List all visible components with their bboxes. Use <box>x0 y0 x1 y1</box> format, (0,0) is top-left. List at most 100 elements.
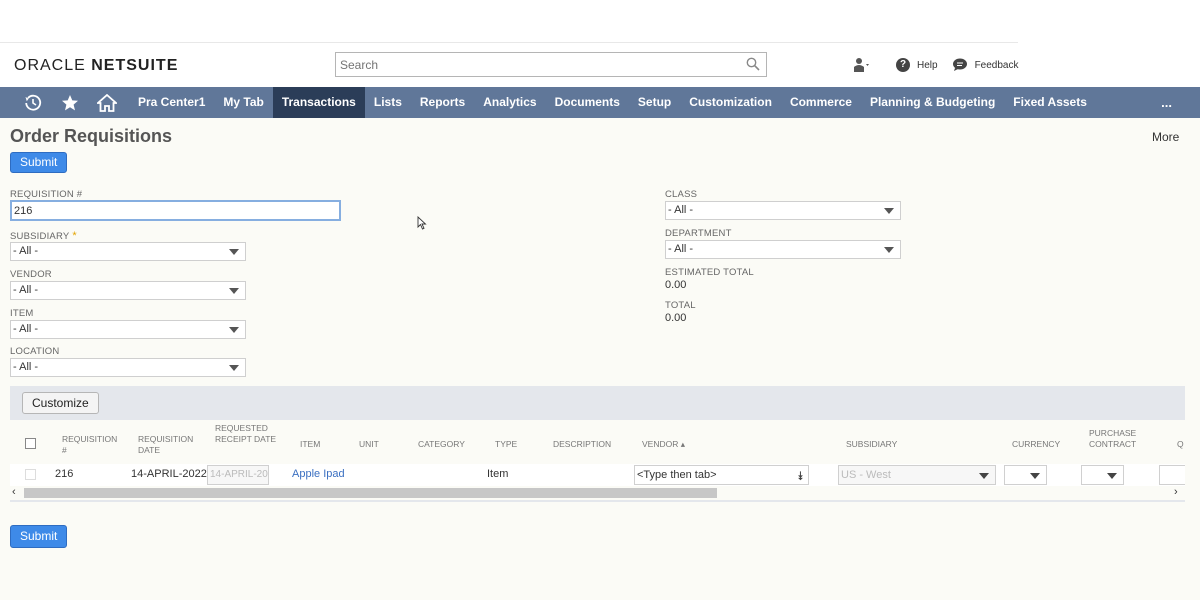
nav-overflow-menu[interactable]: ... <box>1161 87 1172 118</box>
feedback-icon <box>952 58 967 71</box>
search-icon[interactable] <box>746 57 760 71</box>
scrollbar-thumb[interactable] <box>24 488 717 498</box>
vendor-placeholder: <Type then tab> <box>637 469 717 481</box>
requisition-number-input[interactable] <box>10 200 341 221</box>
tab-transactions[interactable]: Transactions <box>272 87 365 118</box>
requisition-grid: Customize REQUISITION # REQUISITION DATE… <box>10 386 1185 502</box>
chevron-down-icon <box>1107 473 1117 479</box>
subsidiary-select[interactable]: - All - <box>10 242 246 261</box>
row-currency-select[interactable] <box>1004 465 1047 485</box>
department-value: - All - <box>668 243 694 255</box>
shortcuts-star-icon[interactable] <box>51 87 88 118</box>
main-navigation: Pra Center1 My Tab Transactions Lists Re… <box>0 87 1200 118</box>
location-select[interactable]: - All - <box>10 358 246 377</box>
total-value: 0.00 <box>665 312 687 324</box>
col-requisition-date[interactable]: REQUISITION DATE <box>138 434 200 456</box>
global-search[interactable] <box>335 52 767 77</box>
tab-pra-center1[interactable]: Pra Center1 <box>129 87 214 118</box>
chevron-down-icon <box>979 473 989 479</box>
col-description[interactable]: DESCRIPTION <box>553 439 611 450</box>
total-label: TOTAL <box>665 300 696 311</box>
help-label: Help <box>917 59 938 71</box>
tab-setup[interactable]: Setup <box>629 87 680 118</box>
item-select[interactable]: - All - <box>10 320 246 339</box>
col-currency[interactable]: CURRENCY <box>1012 439 1060 450</box>
col-quantity[interactable]: Q <box>1177 439 1184 450</box>
help-link[interactable]: ? Help <box>896 58 938 72</box>
logo-brand: ORACLE <box>14 57 86 74</box>
row-type: Item <box>487 468 509 480</box>
class-label: CLASS <box>665 189 698 200</box>
home-icon[interactable] <box>88 87 125 118</box>
tab-analytics[interactable]: Analytics <box>474 87 545 118</box>
class-select[interactable]: - All - <box>665 201 901 220</box>
scroll-right-icon[interactable]: › <box>1174 486 1178 498</box>
row-requisition-number: 216 <box>55 468 74 480</box>
submit-button-top[interactable]: Submit <box>10 152 68 173</box>
tab-my-tab[interactable]: My Tab <box>214 87 272 118</box>
location-value: - All - <box>13 361 39 373</box>
search-input[interactable] <box>336 53 736 76</box>
chevron-down-icon <box>229 288 239 294</box>
page-title: Order Requisitions <box>10 126 173 146</box>
logo-product: NETSUITE <box>91 57 179 74</box>
more-menu[interactable]: More <box>1152 130 1179 144</box>
location-label: LOCATION <box>10 346 60 357</box>
chevron-down-icon <box>229 365 239 371</box>
row-item-link[interactable]: Apple Ipad <box>292 468 345 480</box>
tab-documents[interactable]: Documents <box>546 87 629 118</box>
grid-header: REQUISITION # REQUISITION DATE REQUESTED… <box>10 420 1185 464</box>
row-subsidiary-select: US - West <box>838 465 996 485</box>
estimated-total-label: ESTIMATED TOTAL <box>665 267 754 278</box>
oracle-netsuite-logo[interactable]: ORACLE NETSUITE <box>14 57 178 75</box>
feedback-link[interactable]: Feedback <box>952 58 1019 72</box>
col-requisition-number[interactable]: REQUISITION # <box>62 434 124 456</box>
requisition-number-label: REQUISITION # <box>10 189 83 200</box>
tab-lists[interactable]: Lists <box>365 87 411 118</box>
table-row: 216 14-APRIL-2022 14-APRIL-20 Apple Ipad… <box>10 464 1185 486</box>
chevron-down-icon <box>884 208 894 214</box>
tab-reports[interactable]: Reports <box>411 87 474 118</box>
row-requested-receipt-date: 14-APRIL-20 <box>207 465 269 485</box>
browser-top-area <box>0 0 1200 42</box>
horizontal-scrollbar[interactable]: ‹ › <box>10 486 1185 500</box>
recent-records-icon[interactable] <box>14 87 51 118</box>
user-role-icon[interactable] <box>852 57 874 73</box>
order-requisitions-page: Order Requisitions More Submit REQUISITI… <box>0 118 1200 600</box>
required-asterisk-icon: * <box>72 230 77 242</box>
role-menu[interactable] <box>852 57 874 73</box>
select-all-checkbox[interactable] <box>25 438 36 449</box>
submit-button-bottom[interactable]: Submit <box>10 525 68 548</box>
header-utility-icons: ? Help Feedback <box>852 56 1033 74</box>
customize-button[interactable]: Customize <box>22 392 99 414</box>
tab-commerce[interactable]: Commerce <box>781 87 861 118</box>
feedback-label: Feedback <box>974 59 1019 71</box>
department-select[interactable]: - All - <box>665 240 901 259</box>
scroll-left-icon[interactable]: ‹ <box>12 486 16 498</box>
chevron-down-icon <box>1030 473 1040 479</box>
row-quantity-input[interactable] <box>1159 465 1185 485</box>
subsidiary-label-wrap: SUBSIDIARY * <box>10 230 77 242</box>
item-label: ITEM <box>10 308 34 319</box>
row-subsidiary-value: US - West <box>841 469 891 481</box>
col-purchase-contract[interactable]: PURCHASE CONTRACT <box>1089 428 1145 450</box>
vendor-label: VENDOR <box>10 269 52 280</box>
chevron-down-icon <box>229 249 239 255</box>
row-purchase-contract-select[interactable] <box>1081 465 1124 485</box>
vendor-select[interactable]: - All - <box>10 281 246 300</box>
col-subsidiary[interactable]: SUBSIDIARY <box>846 439 897 450</box>
subsidiary-value: - All - <box>13 245 39 257</box>
row-checkbox[interactable] <box>25 469 36 480</box>
tab-customization[interactable]: Customization <box>680 87 781 118</box>
class-value: - All - <box>668 204 694 216</box>
tab-planning-budgeting[interactable]: Planning & Budgeting <box>861 87 1004 118</box>
col-unit[interactable]: UNIT <box>359 439 379 450</box>
col-category[interactable]: CATEGORY <box>418 439 465 450</box>
col-item[interactable]: ITEM <box>300 439 320 450</box>
chevron-down-icon <box>884 247 894 253</box>
col-requested-receipt-date[interactable]: REQUESTED RECEIPT DATE <box>215 423 277 445</box>
col-type[interactable]: TYPE <box>495 439 517 450</box>
row-vendor-select[interactable]: <Type then tab> ⯯ <box>634 465 809 485</box>
tab-fixed-assets[interactable]: Fixed Assets <box>1004 87 1096 118</box>
col-vendor[interactable]: VENDOR ▴ <box>642 439 685 450</box>
